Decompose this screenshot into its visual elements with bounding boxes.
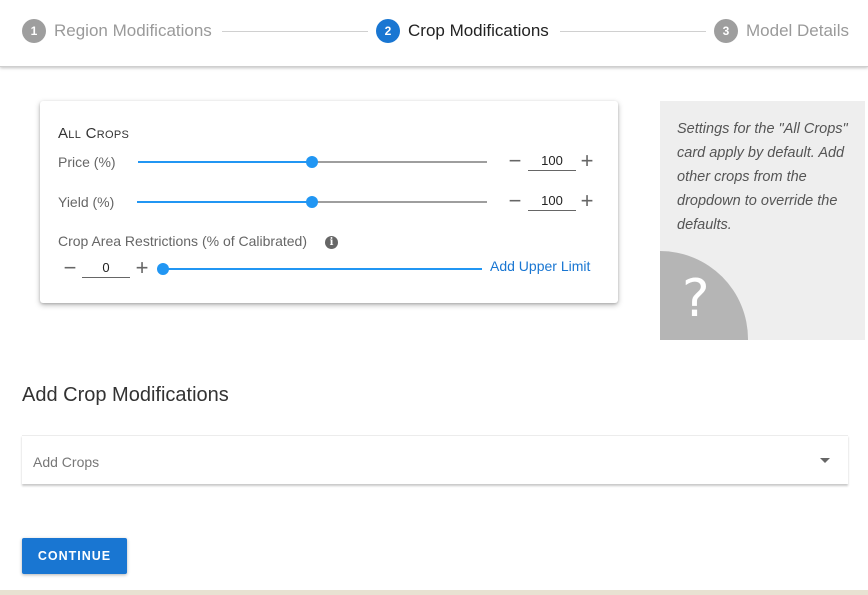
continue-button[interactable]: CONTINUE: [22, 538, 127, 574]
add-upper-limit-link[interactable]: Add Upper Limit: [490, 258, 590, 274]
step-number-1: 1: [22, 19, 46, 43]
bottom-strip: [0, 590, 868, 595]
caret-down-icon: [820, 458, 830, 463]
price-decrement-button[interactable]: −: [507, 150, 523, 172]
area-input[interactable]: [82, 258, 130, 278]
step-connector-2: [560, 31, 706, 32]
step-label-region: Region Modifications: [54, 21, 212, 40]
add-crops-placeholder: Add Crops: [33, 454, 100, 470]
price-slider-fill: [138, 161, 312, 163]
price-slider-thumb[interactable]: [306, 156, 318, 168]
yield-slider-fill: [137, 201, 312, 203]
add-crop-modifications-title: Add Crop Modifications: [22, 384, 229, 406]
all-crops-card: All Crops Price (%) − + Yield (%) − + Cr…: [40, 101, 618, 303]
help-text: Settings for the "All Crops" card apply …: [677, 121, 848, 233]
yield-increment-button[interactable]: +: [579, 190, 595, 212]
area-increment-button[interactable]: +: [134, 257, 150, 279]
add-crops-select[interactable]: Add Crops: [22, 435, 848, 484]
step-crop-modifications[interactable]: 2 Crop Modifications: [376, 19, 549, 43]
yield-input[interactable]: [528, 191, 576, 211]
step-region-modifications[interactable]: 1 Region Modifications: [22, 19, 212, 43]
area-restrictions-label: Crop Area Restrictions (% of Calibrated): [58, 233, 307, 249]
step-connector-1: [222, 31, 368, 32]
step-number-2: 2: [376, 19, 400, 43]
question-mark-icon: ?: [682, 269, 710, 329]
area-slider-thumb[interactable]: [157, 263, 169, 275]
area-decrement-button[interactable]: −: [62, 257, 78, 279]
yield-slider-thumb[interactable]: [306, 196, 318, 208]
price-label: Price (%): [58, 154, 116, 170]
help-panel: Settings for the "All Crops" card apply …: [660, 101, 865, 340]
info-icon[interactable]: i: [325, 236, 338, 249]
step-label-crop: Crop Modifications: [408, 21, 549, 40]
price-increment-button[interactable]: +: [579, 150, 595, 172]
stepper-header: 1 Region Modifications 2 Crop Modificati…: [0, 0, 868, 67]
area-slider-track[interactable]: [162, 268, 482, 270]
step-number-3: 3: [714, 19, 738, 43]
yield-decrement-button[interactable]: −: [507, 190, 523, 212]
yield-label: Yield (%): [58, 194, 115, 210]
card-title: All Crops: [58, 125, 130, 142]
step-model-details[interactable]: 3 Model Details: [714, 19, 849, 43]
step-label-model: Model Details: [746, 21, 849, 40]
price-input[interactable]: [528, 151, 576, 171]
